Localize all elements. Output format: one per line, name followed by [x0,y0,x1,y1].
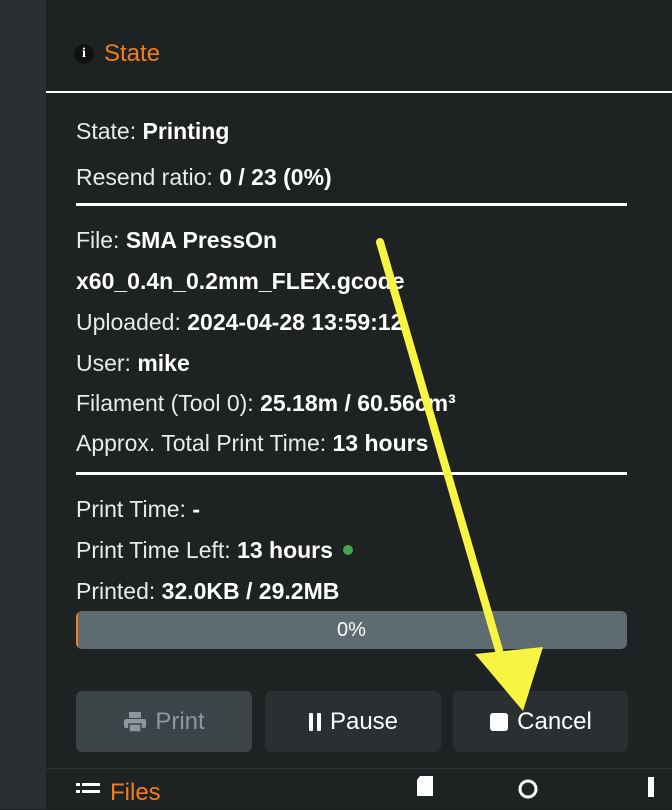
user-row: User: mike [76,350,190,377]
file-label: File: [76,227,126,253]
filament-value: 25.18m / 60.56cm³ [260,390,456,416]
uploaded-value: 2024-04-28 13:59:12 [187,309,404,335]
left-sidebar-strip [0,0,46,809]
sd-card-icon[interactable] [416,775,434,804]
pause-button-label: Pause [329,707,399,735]
state-panel-header[interactable]: i State [74,40,160,68]
user-value: mike [137,350,190,376]
print-button-label: Print [155,707,205,735]
cancel-button[interactable]: Cancel [453,691,628,752]
approx-time-value: 13 hours [332,430,429,456]
print-button[interactable]: Print [76,691,252,752]
files-panel-title: Files [110,779,161,806]
print-progress-bar: 0% [76,611,627,649]
state-label: State: [76,118,143,144]
refresh-icon[interactable] [516,775,540,806]
printed-value: 32.0KB / 29.2MB [161,578,340,604]
printed-row: Printed: 32.0KB / 29.2MB [76,578,339,605]
pause-button[interactable]: Pause [265,691,441,752]
header-divider [46,91,672,93]
file-row: File: SMA PressOn [76,227,277,254]
print-time-label: Print Time: [76,496,193,522]
list-icon [76,779,100,807]
progress-text: 0% [337,618,366,641]
uploaded-label: Uploaded: [76,309,188,335]
section-divider-2 [76,472,627,475]
resend-row: Resend ratio: 0 / 23 (0%) [76,164,332,191]
pause-icon [308,712,322,732]
printer-icon [123,711,147,733]
printed-label: Printed: [76,578,162,604]
section-divider-1 [76,203,627,206]
stop-icon [489,712,509,732]
filament-row: Filament (Tool 0): 25.18m / 60.56cm³ [76,390,456,417]
state-panel: i State State: Printing Resend ratio: 0 … [46,0,672,809]
filament-label: Filament (Tool 0): [76,390,261,416]
files-panel-title-group: Files [76,779,161,807]
resend-label: Resend ratio: [76,164,220,190]
print-time-value: - [192,496,200,522]
file-value-line2: x60_0.4n_0.2mm_FLEX.gcode [76,268,405,294]
settings-icon[interactable] [641,775,661,806]
resend-value: 0 / 23 (0%) [219,164,332,190]
time-left-row: Print Time Left: 13 hours [76,537,353,564]
state-value: Printing [142,118,230,144]
approx-time-label: Approx. Total Print Time: [76,430,333,456]
file-value-line1: SMA PressOn [125,227,278,253]
time-left-label: Print Time Left: [76,537,238,563]
file-row-continued: x60_0.4n_0.2mm_FLEX.gcode [76,268,405,295]
state-panel-title: State [104,40,161,67]
cancel-button-label: Cancel [517,707,592,735]
files-panel-header[interactable]: Files [46,768,672,810]
print-time-row: Print Time: - [76,496,200,523]
info-icon: i [74,44,94,64]
user-label: User: [76,350,138,376]
uploaded-row: Uploaded: 2024-04-28 13:59:12 [76,309,403,336]
approx-time-row: Approx. Total Print Time: 13 hours [76,430,428,457]
time-left-value: 13 hours [237,537,333,563]
state-row: State: Printing [76,118,229,145]
status-dot [342,544,353,555]
